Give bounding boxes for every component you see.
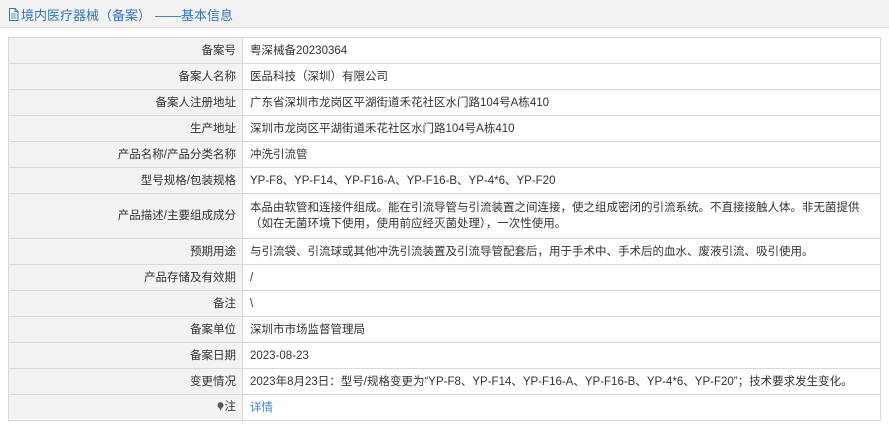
row-label: 备案日期 — [8, 342, 243, 369]
row-value: YP-F8、YP-F14、YP-F16-A、YP-F16-B、YP-4*6、YP… — [242, 167, 881, 194]
table-row: 变更情况 2023年8月23日：型号/规格变更为“YP-F8、YP-F14、YP… — [8, 368, 881, 395]
row-value: 医品科技（深圳）有限公司 — [242, 63, 881, 90]
note-label: 注 — [224, 400, 237, 413]
row-label: 生产地址 — [8, 115, 243, 142]
row-label: 备案单位 — [8, 316, 243, 343]
table-row-note: 注 详情 — [8, 394, 881, 421]
row-label: 型号规格/包装规格 — [8, 167, 243, 194]
basic-info-table: 备案号 粤深械备20230364 备案人名称 医品科技（深圳）有限公司 备案人注… — [8, 37, 881, 421]
row-value: 深圳市龙岗区平湖街道禾花社区水门路104号A栋410 — [242, 115, 881, 142]
row-value: / — [242, 264, 881, 291]
header-subtitle: ——基本信息 — [155, 7, 234, 23]
note-label-cell: 注 — [8, 394, 243, 421]
row-value: 冲洗引流管 — [242, 141, 881, 168]
header-title-group: 境内医疗器械（备案） ——基本信息 — [8, 6, 234, 23]
table-row: 备注 \ — [8, 290, 881, 317]
row-label: 备案号 — [8, 37, 243, 64]
table-row: 备案号 粤深械备20230364 — [8, 37, 881, 64]
pin-icon — [217, 402, 224, 412]
table-row: 生产地址 深圳市龙岗区平湖街道禾花社区水门路104号A栋410 — [8, 115, 881, 142]
table-row: 预期用途 与引流袋、引流球或其他冲洗引流装置及引流导管配套后，用于手术中、手术后… — [8, 238, 881, 265]
row-label: 预期用途 — [8, 238, 243, 265]
table-row: 备案人名称 医品科技（深圳）有限公司 — [8, 63, 881, 90]
row-label: 产品存储及有效期 — [8, 264, 243, 291]
row-value: 本品由软管和连接件组成。能在引流导管与引流装置之间连接，使之组成密闭的引流系统。… — [242, 193, 881, 239]
row-label: 产品名称/产品分类名称 — [8, 141, 243, 168]
details-link[interactable]: 详情 — [250, 402, 273, 414]
row-value: 2023-08-23 — [242, 342, 881, 369]
table-row: 型号规格/包装规格 YP-F8、YP-F14、YP-F16-A、YP-F16-B… — [8, 167, 881, 194]
table-row: 产品存储及有效期 / — [8, 264, 881, 291]
row-value: \ — [242, 290, 881, 317]
note-label-group: 注 — [217, 399, 237, 415]
row-value: 深圳市市场监督管理局 — [242, 316, 881, 343]
row-value: 粤深械备20230364 — [242, 37, 881, 64]
page-header: 境内医疗器械（备案） ——基本信息 — [0, 0, 889, 28]
row-value: 广东省深圳市龙岗区平湖街道禾花社区水门路104号A栋410 — [242, 89, 881, 116]
table-row: 产品描述/主要组成成分 本品由软管和连接件组成。能在引流导管与引流装置之间连接，… — [8, 193, 881, 239]
table-row: 备案日期 2023-08-23 — [8, 342, 881, 369]
table-row: 产品名称/产品分类名称 冲洗引流管 — [8, 141, 881, 168]
row-label: 备案人注册地址 — [8, 89, 243, 116]
table-row: 备案单位 深圳市市场监督管理局 — [8, 316, 881, 343]
row-label: 备注 — [8, 290, 243, 317]
document-icon — [8, 7, 19, 21]
header-title: 境内医疗器械（备案） — [21, 7, 152, 23]
row-label: 产品描述/主要组成成分 — [8, 193, 243, 239]
row-label: 备案人名称 — [8, 63, 243, 90]
table-row: 备案人注册地址 广东省深圳市龙岗区平湖街道禾花社区水门路104号A栋410 — [8, 89, 881, 116]
note-value-cell: 详情 — [242, 394, 881, 421]
row-value: 2023年8月23日：型号/规格变更为“YP-F8、YP-F14、YP-F16-… — [242, 368, 881, 395]
row-label: 变更情况 — [8, 368, 243, 395]
row-value: 与引流袋、引流球或其他冲洗引流装置及引流导管配套后，用于手术中、手术后的血水、废… — [242, 238, 881, 265]
